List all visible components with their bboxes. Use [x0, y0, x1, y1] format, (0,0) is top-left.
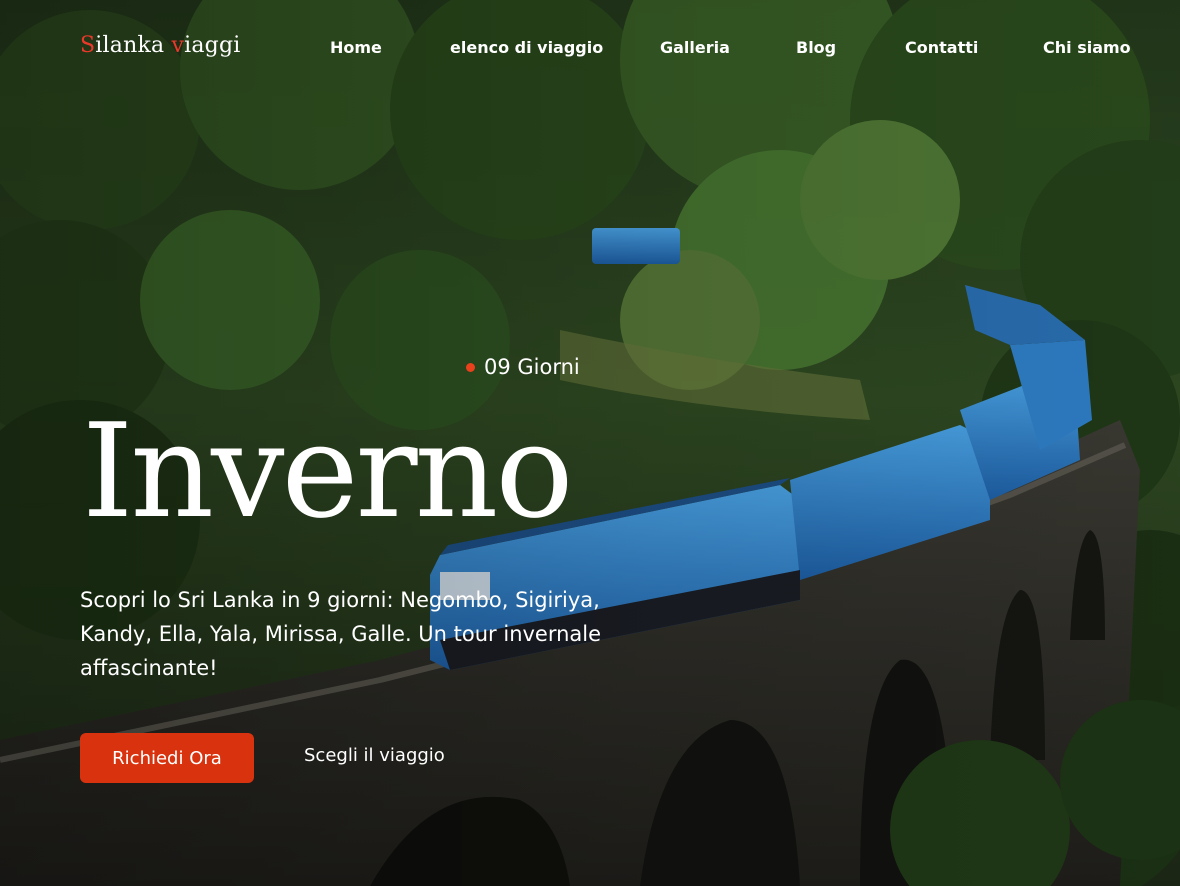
nav-item-home[interactable]: Home [330, 38, 382, 57]
nav-item-blog[interactable]: Blog [796, 38, 836, 57]
main-navigation: Home elenco di viaggio Galleria Blog Con… [0, 38, 1180, 64]
hero-page: Silanka viaggi Home elenco di viaggio Ga… [0, 0, 1180, 886]
nav-item-gallery[interactable]: Galleria [660, 38, 730, 57]
duration-label: 09 Giorni [484, 355, 580, 379]
nav-item-contacts[interactable]: Contatti [905, 38, 978, 57]
choose-trip-link[interactable]: Scegli il viaggio [304, 745, 445, 766]
hero-description: Scopri lo Sri Lanka in 9 giorni: Negombo… [80, 588, 602, 680]
trip-duration: 09 Giorni [466, 355, 580, 379]
nav-item-travel-list[interactable]: elenco di viaggio [450, 38, 603, 57]
hero-title: Inverno [82, 395, 574, 547]
nav-item-about[interactable]: Chi siamo [1043, 38, 1131, 57]
duration-dot-icon [466, 362, 475, 372]
request-now-button[interactable]: Richiedi Ora [80, 733, 254, 783]
